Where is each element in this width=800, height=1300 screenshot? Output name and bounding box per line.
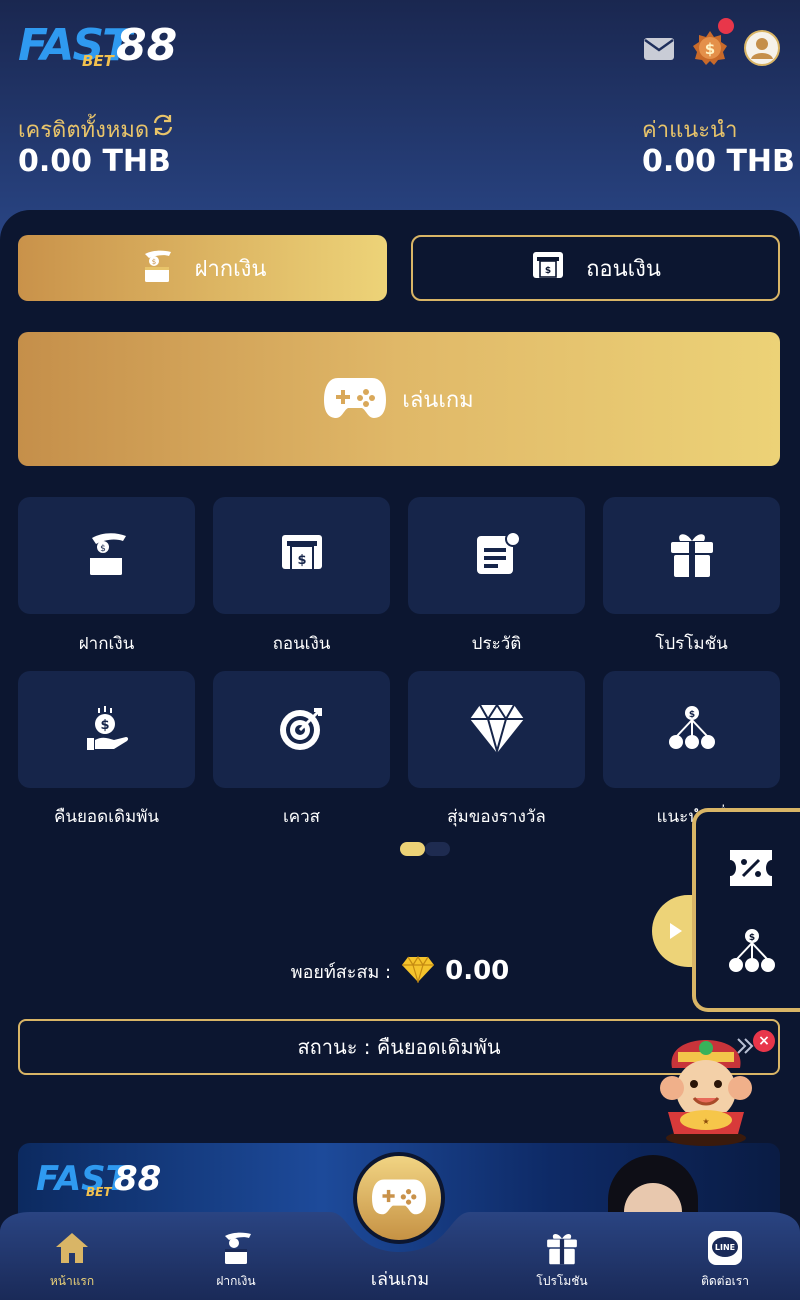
svg-text:$: $ (100, 544, 106, 554)
gamepad-icon (372, 1176, 426, 1220)
menu-label-history: ประวัติ (471, 634, 522, 654)
diamond-icon (468, 701, 526, 759)
nav-play-game-label[interactable]: เล่นเกม (330, 1264, 470, 1293)
commission-label: ค่าแนะนำ (642, 118, 738, 143)
gamepad-icon (324, 374, 387, 424)
play-game-button[interactable]: เล่นเกม (18, 332, 780, 466)
menu-tile-cashback[interactable]: $ (18, 671, 195, 788)
nav-deposit[interactable]: ฝากเงิน (181, 1232, 291, 1291)
deposit-button-label: ฝากเงิน (194, 256, 267, 282)
brand-logo[interactable]: FAST 88 BET (18, 22, 177, 74)
nav-home[interactable]: หน้าแรก (17, 1232, 127, 1291)
gem-icon (401, 955, 435, 987)
menu-label-cashback: คืนยอดเดิมพัน (53, 807, 160, 827)
menu-tile-referral[interactable]: $ (603, 671, 780, 788)
menu-label-deposit: ฝากเงิน (78, 634, 135, 654)
nav-promotion[interactable]: โปรโมชัน (507, 1232, 617, 1291)
points-row: พอยท์สะสม : 0.00 (0, 955, 800, 987)
deposit-icon (219, 1230, 253, 1270)
menu-tile-withdraw[interactable]: $ (213, 497, 390, 614)
coupon-icon[interactable] (726, 848, 776, 892)
svg-text:LINE: LINE (715, 1243, 735, 1252)
svg-text:★: ★ (702, 1117, 709, 1126)
svg-text:$: $ (688, 710, 694, 720)
status-text: สถานะ : คืนยอดเดิมพัน (297, 1035, 501, 1059)
nav-promotion-label: โปรโมชัน (536, 1274, 588, 1288)
svg-text:$: $ (749, 933, 755, 943)
nav-deposit-label: ฝากเงิน (216, 1274, 256, 1288)
target-icon (278, 704, 326, 756)
gift-icon (545, 1230, 579, 1270)
coin-medal-icon[interactable]: $ (692, 18, 734, 66)
banner-logo-word-88: 88 (114, 1159, 162, 1199)
referral-icon: $ (666, 705, 718, 755)
commission-value: 0.00 THB (642, 144, 795, 179)
svg-text:$: $ (100, 718, 109, 733)
deposit-button[interactable]: $ ฝากเงิน (18, 235, 387, 301)
nav-contact[interactable]: LINE ติดต่อเรา (670, 1230, 780, 1291)
banner-logo: FAST 88 BET (36, 1159, 161, 1203)
menu-tile-history[interactable] (408, 497, 585, 614)
page-dot-active[interactable] (400, 842, 425, 856)
menu-tile-deposit[interactable]: $ (18, 497, 195, 614)
menu-tile-lucky-draw[interactable] (408, 671, 585, 788)
svg-text:$: $ (297, 553, 306, 568)
line-icon: LINE (707, 1230, 743, 1270)
history-icon (473, 530, 521, 582)
menu-label-quest: เควส (282, 807, 321, 827)
logo-word-bet: BET (82, 52, 114, 70)
refresh-icon[interactable] (150, 112, 176, 138)
withdraw-button[interactable]: $ ถอนเงิน (411, 235, 780, 301)
points-value: 0.00 (445, 956, 510, 986)
balance-label: เครดิตทั้งหมด (18, 118, 150, 143)
menu-label-lucky-draw: สุ่มของรางวัล (447, 807, 546, 827)
svg-text:$: $ (545, 266, 551, 276)
play-game-label: เล่นเกม (402, 387, 474, 413)
deposit-icon: $ (84, 530, 130, 582)
withdraw-icon: $ (279, 531, 325, 581)
gift-icon (668, 529, 716, 583)
withdraw-button-label: ถอนเงิน (586, 256, 661, 282)
nav-home-label: หน้าแรก (49, 1274, 95, 1288)
svg-text:$: $ (705, 40, 715, 58)
points-label: พอยท์สะสม : (290, 961, 392, 983)
page-dot[interactable] (425, 842, 450, 856)
mascot-fortune-god-icon[interactable]: ★ (648, 1038, 764, 1148)
deposit-icon: $ (139, 248, 175, 288)
banner-logo-word-bet: BET (86, 1185, 112, 1199)
menu-label-withdraw: ถอนเงิน (272, 634, 331, 654)
mail-icon[interactable] (641, 30, 677, 66)
withdraw-icon: $ (530, 248, 566, 288)
home-icon (54, 1231, 90, 1269)
nav-play-game-button[interactable] (353, 1152, 445, 1244)
menu-tile-promotion[interactable] (603, 497, 780, 614)
svg-text:$: $ (151, 258, 155, 266)
cashback-icon: $ (84, 704, 130, 756)
notification-dot (718, 18, 734, 34)
logo-word-88: 88 (116, 20, 178, 71)
nav-contact-label: ติดต่อเรา (701, 1274, 749, 1288)
balance-value: 0.00 THB (18, 144, 171, 179)
menu-label-promotion: โปรโมชัน (655, 634, 728, 654)
close-icon[interactable]: × (753, 1030, 775, 1052)
menu-tile-quest[interactable] (213, 671, 390, 788)
menu-page-indicator[interactable] (400, 842, 450, 856)
user-avatar-icon[interactable] (744, 30, 780, 66)
